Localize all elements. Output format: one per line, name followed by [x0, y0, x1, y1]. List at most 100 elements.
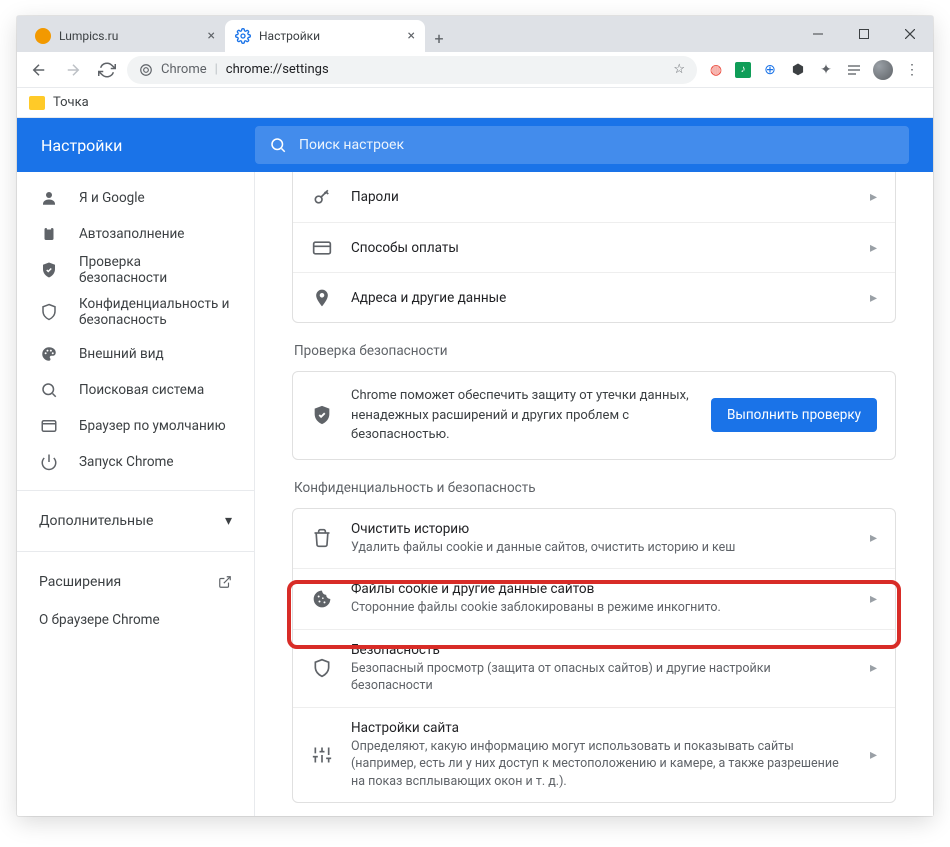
sidebar-item-label: Поисковая система	[79, 382, 232, 398]
row-clear-history[interactable]: Очистить историю Удалить файлы cookie и …	[293, 509, 895, 569]
sidebar-item-autofill[interactable]: Автозаполнение	[17, 216, 254, 252]
address-text: chrome://settings	[226, 62, 329, 77]
new-tab-button[interactable]: +	[425, 24, 453, 52]
tab-lumpics[interactable]: Lumpics.ru ×	[25, 20, 225, 52]
minimize-button[interactable]	[795, 18, 841, 50]
sidebar-item-privacy[interactable]: Конфиденциальность и безопасность	[17, 288, 254, 336]
chevron-right-icon: ▸	[870, 747, 877, 763]
ext-icon-4[interactable]: ⬢	[789, 61, 807, 79]
sidebar-about-chrome[interactable]: О браузере Chrome	[17, 602, 254, 638]
palette-icon	[39, 345, 59, 363]
gear-icon	[235, 28, 251, 44]
maximize-button[interactable]	[841, 18, 887, 50]
favicon-lumpics	[35, 28, 51, 44]
address-bar[interactable]: Chrome | chrome://settings ☆	[127, 56, 697, 84]
close-icon[interactable]: ×	[208, 28, 215, 44]
ext-icon-3[interactable]: ⊕	[761, 61, 779, 79]
clipboard-icon	[39, 225, 59, 243]
safety-card-text: Chrome поможет обеспечить защиту от утеч…	[351, 386, 693, 445]
sidebar-item-appearance[interactable]: Внешний вид	[17, 336, 254, 372]
row-subtitle: Удалить файлы cookie и данные сайтов, оч…	[351, 539, 852, 557]
folder-icon	[29, 96, 45, 110]
sidebar-item-search-engine[interactable]: Поисковая система	[17, 372, 254, 408]
settings-title: Настройки	[17, 136, 255, 155]
tab-strip: Lumpics.ru × Настройки × +	[17, 16, 795, 52]
row-security[interactable]: Безопасность Безопасный просмотр (защита…	[293, 629, 895, 707]
safety-card: Chrome поможет обеспечить защиту от утеч…	[292, 371, 896, 460]
bookmark-item[interactable]: Точка	[53, 95, 89, 110]
search-icon	[269, 136, 287, 154]
cookie-icon	[311, 589, 333, 609]
reading-list-icon[interactable]	[845, 61, 863, 79]
sidebar-item-label: Конфиденциальность и безопасность	[79, 296, 232, 328]
row-subtitle: Сторонние файлы cookie заблокированы в р…	[351, 599, 852, 617]
row-title: Безопасность	[351, 642, 852, 658]
close-window-button[interactable]	[887, 18, 933, 50]
sidebar-item-label: Браузер по умолчанию	[79, 418, 232, 434]
sidebar-item-default-browser[interactable]: Браузер по умолчанию	[17, 408, 254, 444]
shield-icon	[311, 658, 333, 678]
section-title-privacy: Конфиденциальность и безопасность	[294, 480, 894, 496]
shield-check-icon	[39, 261, 59, 279]
power-icon	[39, 453, 59, 471]
sliders-icon	[311, 745, 333, 765]
reload-button[interactable]	[93, 56, 121, 84]
row-site-settings[interactable]: Настройки сайта Определяют, какую информ…	[293, 707, 895, 803]
key-icon	[311, 187, 333, 207]
toolbar: Chrome | chrome://settings ☆ ◍ ♪ ⊕ ⬢ ✦ ⋮	[17, 52, 933, 88]
extensions-icon[interactable]: ✦	[817, 61, 835, 79]
sidebar-item-safety-check[interactable]: Проверка безопасности	[17, 252, 254, 288]
chevron-right-icon: ▸	[870, 530, 877, 546]
sidebar-item-me-and-google[interactable]: Я и Google	[17, 180, 254, 216]
back-button[interactable]	[25, 56, 53, 84]
row-subtitle: Безопасный просмотр (защита от опасных с…	[351, 660, 852, 695]
chevron-right-icon: ▸	[870, 290, 877, 306]
sidebar-item-label: Проверка безопасности	[79, 254, 232, 286]
chevron-down-icon: ▾	[225, 513, 232, 529]
row-title: Адреса и другие данные	[351, 290, 852, 306]
section-title-safety: Проверка безопасности	[294, 343, 894, 359]
tab-settings[interactable]: Настройки ×	[225, 20, 425, 52]
person-icon	[39, 189, 59, 207]
chevron-right-icon: ▸	[870, 660, 877, 676]
row-title: Пароли	[351, 189, 852, 205]
star-icon[interactable]: ☆	[673, 62, 685, 77]
tab-title: Lumpics.ru	[59, 29, 118, 43]
row-addresses[interactable]: Адреса и другие данные ▸	[293, 272, 895, 322]
settings-sidebar: Я и Google Автозаполнение Проверка безоп…	[17, 172, 255, 816]
row-title: Способы оплаты	[351, 240, 852, 256]
row-cookies[interactable]: Файлы cookie и другие данные сайтов Стор…	[293, 568, 895, 629]
row-title: Очистить историю	[351, 521, 852, 537]
shield-check-icon	[311, 404, 333, 426]
sidebar-item-label: Запуск Chrome	[79, 454, 232, 470]
sidebar-extensions[interactable]: Расширения	[17, 562, 254, 602]
settings-search-input[interactable]	[299, 137, 895, 153]
extension-icons: ◍ ♪ ⊕ ⬢ ✦ ⋮	[703, 60, 925, 80]
sidebar-about-label: О браузере Chrome	[39, 612, 232, 628]
settings-search[interactable]	[255, 126, 909, 164]
chevron-right-icon: ▸	[870, 240, 877, 256]
profile-avatar[interactable]	[873, 60, 893, 80]
separator	[17, 490, 254, 491]
sidebar-item-on-startup[interactable]: Запуск Chrome	[17, 444, 254, 480]
menu-icon[interactable]: ⋮	[903, 61, 921, 79]
search-icon	[39, 381, 59, 399]
close-icon[interactable]: ×	[408, 28, 415, 44]
settings-main[interactable]: Пароли ▸ Способы оплаты ▸ Адреса и други…	[255, 172, 933, 816]
run-safety-check-button[interactable]: Выполнить проверку	[711, 398, 877, 432]
row-payment-methods[interactable]: Способы оплаты ▸	[293, 222, 895, 272]
settings-body: Я и Google Автозаполнение Проверка безоп…	[17, 172, 933, 816]
ext-icon-2[interactable]: ♪	[735, 62, 751, 78]
row-passwords[interactable]: Пароли ▸	[293, 172, 895, 222]
browser-window: Lumpics.ru × Настройки × + Chrome |	[17, 16, 933, 816]
tab-title: Настройки	[259, 29, 320, 43]
sidebar-advanced[interactable]: Дополнительные ▾	[17, 501, 254, 541]
row-title: Настройки сайта	[351, 720, 852, 736]
ext-icon-1[interactable]: ◍	[707, 61, 725, 79]
address-prefix: Chrome	[161, 62, 207, 77]
sidebar-item-label: Я и Google	[79, 190, 232, 206]
browser-icon	[39, 417, 59, 435]
separator	[17, 551, 254, 552]
forward-button[interactable]	[59, 56, 87, 84]
title-bar: Lumpics.ru × Настройки × +	[17, 16, 933, 52]
